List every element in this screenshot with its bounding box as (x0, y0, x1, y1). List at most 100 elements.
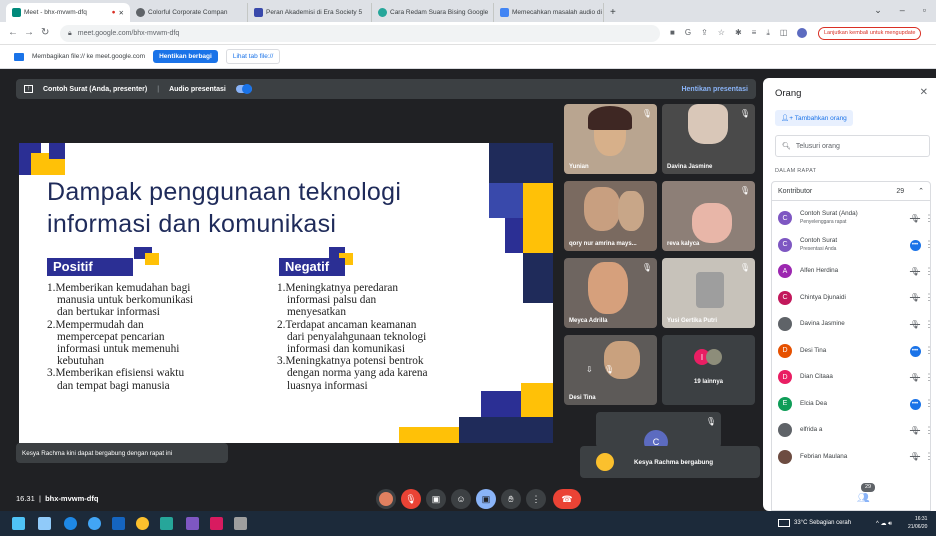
google-icon[interactable]: G (685, 28, 691, 38)
participant-row[interactable]: C Chintya Djunaidi 🎙︎ ⋮ (778, 285, 936, 311)
update-button[interactable]: Lanjutkan kembali untuk mengupdate (818, 27, 922, 40)
presenting-bar: ↑ Contoh Surat (Anda, presenter) | Audio… (16, 79, 756, 99)
more-vert-icon[interactable]: ⋮ (922, 425, 936, 436)
participant-row[interactable]: D Dian Citaaa 🎙︎ ⋮ (778, 364, 936, 390)
self-view-tile[interactable]: 🎙︎ C (596, 412, 721, 448)
audio-toggle[interactable] (235, 84, 252, 94)
participant-role: Penyelenggara rapat (800, 219, 847, 225)
participant-row[interactable]: Febrian Maulana 🎙︎ ⋮ (778, 444, 936, 470)
ie-icon[interactable] (88, 517, 101, 530)
more-vert-icon[interactable]: ⋮ (922, 292, 936, 303)
close-icon[interactable]: ✕ (920, 87, 928, 98)
present-icon: ↑ (24, 85, 33, 93)
url-field[interactable]: 🔒︎ meet.google.com/bhx-mvwm-dfq (60, 25, 660, 42)
participant-tile[interactable]: qory nur amrina mays... (564, 181, 657, 251)
participant-tile[interactable]: 🎙︎ Davina Jasmine (662, 104, 755, 174)
photoshop-icon[interactable] (112, 517, 125, 530)
download-icon[interactable]: ⤓ (766, 28, 770, 38)
app-icon[interactable] (186, 517, 199, 530)
present-button[interactable]: ▣ (476, 489, 496, 509)
camera-icon[interactable]: ■ (670, 28, 675, 38)
system-tray-icons[interactable]: ^ ☁ 🔊︎ (876, 520, 892, 528)
participant-row[interactable]: E Elcia Dea ••• ⋮ (778, 391, 936, 417)
participant-avatar: D (778, 343, 792, 358)
weather-icon (778, 519, 790, 527)
back-icon[interactable]: ← (8, 27, 18, 38)
minimize-icon[interactable]: – (900, 5, 905, 16)
captions-icon: ▣ (431, 493, 441, 504)
more-vert-icon[interactable]: ⋮ (922, 239, 936, 250)
forward-icon[interactable]: → (24, 27, 34, 38)
leave-call-button[interactable]: ☎︎ (553, 489, 581, 509)
new-tab-button[interactable]: + (604, 3, 622, 22)
stop-presenting-button[interactable]: Hentikan presentasi (681, 86, 748, 93)
sidepanel-icon[interactable]: ◫ (780, 28, 788, 38)
restore-icon[interactable]: ▫ (923, 5, 926, 16)
app-icon[interactable] (210, 517, 223, 530)
emoji-button[interactable]: ☺ (451, 489, 471, 509)
participant-row[interactable]: A Alfen Herdina 🎙︎ ⋮ (778, 258, 936, 284)
activities-icon[interactable]: ◭ (900, 493, 908, 504)
hand-icon: ✋︎ (508, 493, 514, 504)
participant-row[interactable]: D Desi Tina ••• ⋮ (778, 338, 936, 364)
others-tile[interactable]: I 19 lainnya (662, 335, 755, 405)
stop-sharing-button[interactable]: Hentikan berbagi (153, 50, 218, 63)
mic-toggle-button[interactable]: 🎙︎ (401, 489, 421, 509)
task-view-icon[interactable] (38, 517, 51, 530)
participant-tile[interactable]: 🎙︎ reva kalyca (662, 181, 755, 251)
pin-icon[interactable]: ⇩ (586, 365, 593, 374)
avatar-effects-button[interactable] (376, 489, 396, 509)
mic-icon[interactable]: 🎙︎ (604, 365, 614, 374)
participant-tile[interactable]: ⇩ 🎙︎ Desi Tina (564, 335, 657, 405)
people-icon[interactable]: 👥︎ (857, 493, 870, 504)
present-icon: ▣ (481, 493, 491, 504)
tab-memecahkan[interactable]: Memecahkan masalah audio di (494, 3, 604, 22)
profile-avatar[interactable] (797, 28, 808, 38)
tab-canva[interactable]: Colorful Corporate Compan (130, 3, 248, 22)
weather-widget[interactable]: 33°C Sebagian cerah (778, 519, 851, 527)
chevron-down-icon[interactable]: ⌄ (874, 5, 882, 16)
participant-row[interactable]: C Contoh Surat Presentasi Anda ••• ⋮ (778, 232, 936, 258)
host-controls-icon[interactable]: 🔒︎ (922, 493, 927, 504)
chrome-icon[interactable] (136, 517, 149, 530)
more-vert-icon[interactable]: ⋮ (922, 451, 936, 462)
mic-off-icon: 🎙︎ (739, 263, 750, 272)
close-tab-icon[interactable]: ✕ (119, 9, 124, 17)
tab-meet[interactable]: Meet - bhx-mvwm-dfq ● ✕ (6, 3, 130, 22)
clock[interactable]: 16:31 21/06/20 (908, 515, 927, 531)
info-icon[interactable]: ⓘ (832, 493, 842, 508)
add-people-button[interactable]: 👤︎+ Tambahkan orang (775, 110, 853, 126)
chat-icon[interactable]: ▤ (877, 493, 886, 504)
participant-avatar: E (778, 396, 792, 411)
more-vert-icon[interactable]: ⋮ (922, 213, 936, 224)
star-icon[interactable]: ☆ (718, 28, 725, 38)
windows-start-icon[interactable] (12, 517, 25, 530)
participant-tile[interactable]: 🎙︎ Meyca Adrilla (564, 258, 657, 328)
edge-icon[interactable] (64, 517, 77, 530)
captions-button[interactable]: ▣ (426, 489, 446, 509)
extensions-icon[interactable]: ✱ (735, 28, 742, 38)
tab-peran[interactable]: Peran Akademisi di Era Society 5 (248, 3, 372, 22)
participant-row[interactable]: Davina Jasmine 🎙︎ ⋮ (778, 311, 936, 337)
raise-hand-button[interactable]: ✋︎ (501, 489, 521, 509)
reading-list-icon[interactable]: ≡ (752, 28, 757, 38)
participant-row[interactable]: C Contoh Surat (Anda) Penyelenggara rapat 🎙… (778, 205, 936, 231)
app-icon[interactable] (234, 517, 247, 530)
contributors-section-toggle[interactable]: Kontributor 29 ⌃ (771, 181, 931, 201)
participant-name: Contoh Surat (800, 236, 838, 244)
more-vert-icon[interactable]: ⋮ (922, 345, 936, 356)
more-vert-icon[interactable]: ⋮ (922, 398, 936, 409)
participant-row[interactable]: elfrida a 🎙︎ ⋮ (778, 417, 936, 443)
tab-cara-redam[interactable]: Cara Redam Suara Bising Google (372, 3, 494, 22)
app-icon[interactable] (160, 517, 173, 530)
view-tab-button[interactable]: Lihat tab file:// (225, 49, 281, 64)
reload-icon[interactable]: ↻ (41, 27, 49, 38)
more-vert-icon[interactable]: ⋮ (922, 266, 936, 277)
search-people-input[interactable]: 🔍︎ Telusuri orang (775, 135, 930, 157)
participant-tile[interactable]: 🎙︎ Yunian (564, 104, 657, 174)
more-vert-icon[interactable]: ⋮ (922, 319, 936, 330)
more-options-button[interactable]: ⋮ (526, 489, 546, 509)
participant-tile[interactable]: 🎙︎ Yusi Gertika Putri (662, 258, 755, 328)
share-icon[interactable]: ⇪ (701, 28, 708, 38)
more-vert-icon[interactable]: ⋮ (922, 372, 936, 383)
